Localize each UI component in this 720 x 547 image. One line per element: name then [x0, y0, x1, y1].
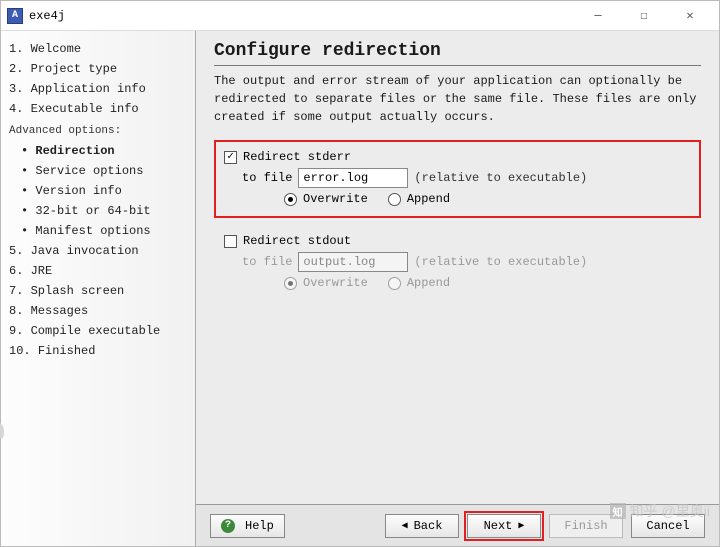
step-manifest-options[interactable]: Manifest options: [9, 221, 189, 241]
stderr-to-file-label: to file: [242, 171, 292, 185]
cancel-button[interactable]: Cancel: [631, 514, 705, 538]
step-finished[interactable]: 10. Finished: [9, 341, 189, 361]
advanced-options-label: Advanced options:: [9, 121, 189, 141]
arrow-left-icon: ◀: [402, 520, 408, 532]
stderr-overwrite-radio[interactable]: [284, 193, 297, 206]
step-compile-executable[interactable]: 9. Compile executable: [9, 321, 189, 341]
step-welcome[interactable]: 1. Welcome: [9, 39, 189, 59]
step-service-options[interactable]: Service options: [9, 161, 189, 181]
maximize-button[interactable]: ☐: [621, 2, 667, 30]
stdout-hint: (relative to executable): [414, 255, 587, 269]
window-title: exe4j: [29, 9, 65, 23]
minimize-button[interactable]: ─: [575, 2, 621, 30]
stdout-overwrite-label: Overwrite: [303, 276, 368, 290]
help-icon: ?: [221, 519, 235, 533]
redirect-stderr-label: Redirect stderr: [243, 150, 351, 164]
help-button[interactable]: ? Help: [210, 514, 285, 538]
app-window: A exe4j ─ ☐ ✕ 1. Welcome 2. Project type…: [0, 0, 720, 547]
page-description: The output and error stream of your appl…: [214, 72, 701, 126]
app-icon: A: [7, 8, 23, 24]
redirect-stderr-checkbox[interactable]: [224, 151, 237, 164]
titlebar: A exe4j ─ ☐ ✕: [1, 1, 719, 31]
redirect-stdout-checkbox[interactable]: [224, 235, 237, 248]
step-messages[interactable]: 8. Messages: [9, 301, 189, 321]
finish-button: Finish: [549, 514, 623, 538]
stderr-hint: (relative to executable): [414, 171, 587, 185]
cancel-button-label: Cancel: [646, 519, 689, 533]
stderr-append-radio[interactable]: [388, 193, 401, 206]
step-project-type[interactable]: 2. Project type: [9, 59, 189, 79]
next-button-label: Next: [484, 519, 513, 533]
step-jre[interactable]: 6. JRE: [9, 261, 189, 281]
footer: ? Help ◀ Back Next ▶ Finish Cancel: [196, 504, 719, 546]
step-32-64-bit[interactable]: 32-bit or 64-bit: [9, 201, 189, 221]
stdout-group: Redirect stdout to file output.log (rela…: [214, 224, 701, 302]
close-button[interactable]: ✕: [667, 2, 713, 30]
finish-button-label: Finish: [564, 519, 607, 533]
stderr-file-input[interactable]: error.log: [298, 168, 408, 188]
step-java-invocation[interactable]: 5. Java invocation: [9, 241, 189, 261]
redirect-stdout-label: Redirect stdout: [243, 234, 351, 248]
main-panel: Configure redirection The output and err…: [196, 31, 719, 546]
stderr-overwrite-label: Overwrite: [303, 192, 368, 206]
stdout-overwrite-radio: [284, 277, 297, 290]
step-application-info[interactable]: 3. Application info: [9, 79, 189, 99]
stdout-append-radio: [388, 277, 401, 290]
back-button-label: Back: [414, 519, 443, 533]
step-splash-screen[interactable]: 7. Splash screen: [9, 281, 189, 301]
stdout-to-file-label: to file: [242, 255, 292, 269]
stdout-file-input: output.log: [298, 252, 408, 272]
brand-logo: exe4j: [0, 416, 9, 538]
help-button-label: Help: [245, 519, 274, 533]
step-redirection[interactable]: Redirection: [9, 141, 189, 161]
stderr-group: Redirect stderr to file error.log (relat…: [214, 140, 701, 218]
step-version-info[interactable]: Version info: [9, 181, 189, 201]
stdout-append-label: Append: [407, 276, 450, 290]
stderr-append-label: Append: [407, 192, 450, 206]
divider: [214, 65, 701, 66]
sidebar: 1. Welcome 2. Project type 3. Applicatio…: [1, 31, 196, 546]
step-executable-info[interactable]: 4. Executable info: [9, 99, 189, 119]
arrow-right-icon: ▶: [518, 520, 524, 532]
back-button[interactable]: ◀ Back: [385, 514, 459, 538]
page-title: Configure redirection: [214, 41, 701, 61]
next-button[interactable]: Next ▶: [467, 514, 541, 538]
